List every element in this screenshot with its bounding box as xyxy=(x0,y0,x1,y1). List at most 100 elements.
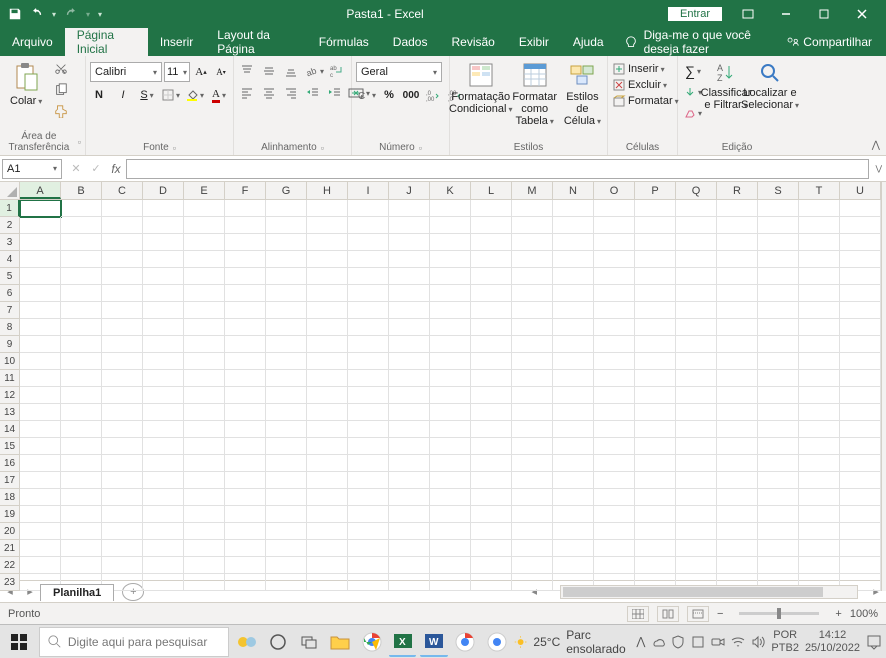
align-bottom-icon[interactable] xyxy=(282,62,300,80)
cell-B18[interactable] xyxy=(61,489,102,506)
cell-R12[interactable] xyxy=(717,387,758,404)
cell-U18[interactable] xyxy=(840,489,881,506)
cell-M4[interactable] xyxy=(512,251,553,268)
cell-B6[interactable] xyxy=(61,285,102,302)
cell-I21[interactable] xyxy=(348,540,389,557)
cell-N9[interactable] xyxy=(553,336,594,353)
cell-K4[interactable] xyxy=(430,251,471,268)
cell-S12[interactable] xyxy=(758,387,799,404)
cell-I2[interactable] xyxy=(348,217,389,234)
cell-M20[interactable] xyxy=(512,523,553,540)
cell-J4[interactable] xyxy=(389,251,430,268)
cell-L23[interactable] xyxy=(471,574,512,591)
tray-meetnow-icon[interactable] xyxy=(711,635,725,649)
cell-C6[interactable] xyxy=(102,285,143,302)
taskbar-search[interactable]: Digite aqui para pesquisar xyxy=(39,627,229,657)
cell-R14[interactable] xyxy=(717,421,758,438)
cell-K23[interactable] xyxy=(430,574,471,591)
cell-H19[interactable] xyxy=(307,506,348,523)
cell-A19[interactable] xyxy=(20,506,61,523)
cell-T14[interactable] xyxy=(799,421,840,438)
col-header-H[interactable]: H xyxy=(307,182,348,199)
cell-G23[interactable] xyxy=(266,574,307,591)
clear-icon[interactable] xyxy=(684,104,702,122)
col-header-G[interactable]: G xyxy=(266,182,307,199)
cell-H22[interactable] xyxy=(307,557,348,574)
cell-O2[interactable] xyxy=(594,217,635,234)
col-header-E[interactable]: E xyxy=(184,182,225,199)
tab-revisão[interactable]: Revisão xyxy=(439,28,506,56)
cell-N17[interactable] xyxy=(553,472,594,489)
cell-K15[interactable] xyxy=(430,438,471,455)
cell-C14[interactable] xyxy=(102,421,143,438)
cell-J22[interactable] xyxy=(389,557,430,574)
font-color-button[interactable]: A xyxy=(210,86,228,104)
cell-B2[interactable] xyxy=(61,217,102,234)
cell-I18[interactable] xyxy=(348,489,389,506)
tab-layout-da-página[interactable]: Layout da Página xyxy=(205,28,307,56)
cell-Q4[interactable] xyxy=(676,251,717,268)
cell-K13[interactable] xyxy=(430,404,471,421)
cell-H20[interactable] xyxy=(307,523,348,540)
cell-B16[interactable] xyxy=(61,455,102,472)
cell-M18[interactable] xyxy=(512,489,553,506)
cell-S14[interactable] xyxy=(758,421,799,438)
cell-I23[interactable] xyxy=(348,574,389,591)
cell-T1[interactable] xyxy=(799,200,840,217)
cell-O10[interactable] xyxy=(594,353,635,370)
cell-B14[interactable] xyxy=(61,421,102,438)
cell-I13[interactable] xyxy=(348,404,389,421)
row-header-10[interactable]: 10 xyxy=(0,353,20,370)
cell-A17[interactable] xyxy=(20,472,61,489)
cell-E10[interactable] xyxy=(184,353,225,370)
col-header-R[interactable]: R xyxy=(717,182,758,199)
cell-C19[interactable] xyxy=(102,506,143,523)
percent-icon[interactable]: % xyxy=(380,86,398,104)
cell-U21[interactable] xyxy=(840,540,881,557)
cell-G4[interactable] xyxy=(266,251,307,268)
cell-G14[interactable] xyxy=(266,421,307,438)
row-header-22[interactable]: 22 xyxy=(0,557,20,574)
col-header-B[interactable]: B xyxy=(61,182,102,199)
cell-F23[interactable] xyxy=(225,574,266,591)
redo-dropdown[interactable]: ▾ xyxy=(86,10,90,19)
cell-K21[interactable] xyxy=(430,540,471,557)
cell-T15[interactable] xyxy=(799,438,840,455)
cell-O13[interactable] xyxy=(594,404,635,421)
cell-K6[interactable] xyxy=(430,285,471,302)
tray-wifi-icon[interactable] xyxy=(731,635,745,649)
start-button[interactable] xyxy=(4,627,35,657)
cell-I19[interactable] xyxy=(348,506,389,523)
cell-L18[interactable] xyxy=(471,489,512,506)
cell-C17[interactable] xyxy=(102,472,143,489)
cell-J14[interactable] xyxy=(389,421,430,438)
cell-Q3[interactable] xyxy=(676,234,717,251)
cell-F6[interactable] xyxy=(225,285,266,302)
cell-E8[interactable] xyxy=(184,319,225,336)
cell-B11[interactable] xyxy=(61,370,102,387)
cell-R4[interactable] xyxy=(717,251,758,268)
col-header-J[interactable]: J xyxy=(389,182,430,199)
signin-button[interactable]: Entrar xyxy=(668,7,722,21)
cell-N16[interactable] xyxy=(553,455,594,472)
cell-H1[interactable] xyxy=(307,200,348,217)
cell-U12[interactable] xyxy=(840,387,881,404)
cell-B4[interactable] xyxy=(61,251,102,268)
tray-clock[interactable]: 14:12 25/10/2022 xyxy=(805,629,860,653)
increase-indent-icon[interactable] xyxy=(326,84,344,102)
row-header-7[interactable]: 7 xyxy=(0,302,20,319)
cell-S16[interactable] xyxy=(758,455,799,472)
cell-K14[interactable] xyxy=(430,421,471,438)
fill-color-button[interactable] xyxy=(186,86,204,104)
cell-R6[interactable] xyxy=(717,285,758,302)
row-header-17[interactable]: 17 xyxy=(0,472,20,489)
cell-Q18[interactable] xyxy=(676,489,717,506)
redo-icon[interactable] xyxy=(64,7,78,21)
share-button[interactable]: Compartilhar xyxy=(803,35,872,49)
insert-cells-button[interactable]: Inserir▾ xyxy=(612,62,665,76)
cell-K10[interactable] xyxy=(430,353,471,370)
cell-D18[interactable] xyxy=(143,489,184,506)
cell-N15[interactable] xyxy=(553,438,594,455)
cell-R8[interactable] xyxy=(717,319,758,336)
number-format-combo[interactable]: Geral▾ xyxy=(356,62,442,82)
